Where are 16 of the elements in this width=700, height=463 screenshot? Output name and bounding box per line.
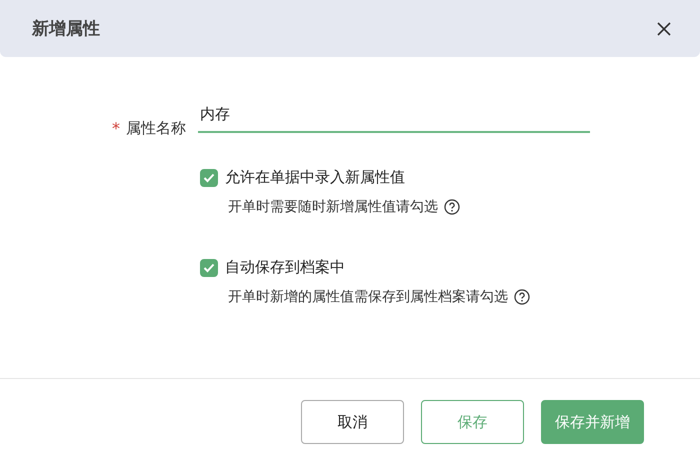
dialog-title: 新增属性 (32, 18, 100, 40)
check-icon (203, 172, 215, 182)
field-label: 属性名称 (126, 119, 186, 138)
close-icon[interactable] (656, 20, 672, 36)
checkbox-label: 允许在单据中录入新属性值 (225, 168, 405, 187)
checkbox[interactable] (200, 258, 218, 276)
checkbox-label: 自动保存到档案中 (225, 258, 345, 277)
required-mark: * (112, 119, 120, 138)
checkbox[interactable] (200, 168, 218, 186)
hint-text: 开单时需要随时新增属性值请勾选 (228, 198, 438, 216)
check-icon (203, 262, 215, 272)
help-icon[interactable] (514, 289, 530, 305)
name-input[interactable]: 内存 (198, 105, 590, 133)
help-icon[interactable] (444, 199, 460, 215)
hint-text: 开单时新增的属性值需保存到属性档案请勾选 (228, 288, 508, 306)
cancel-button[interactable]: 取消 (301, 400, 404, 444)
